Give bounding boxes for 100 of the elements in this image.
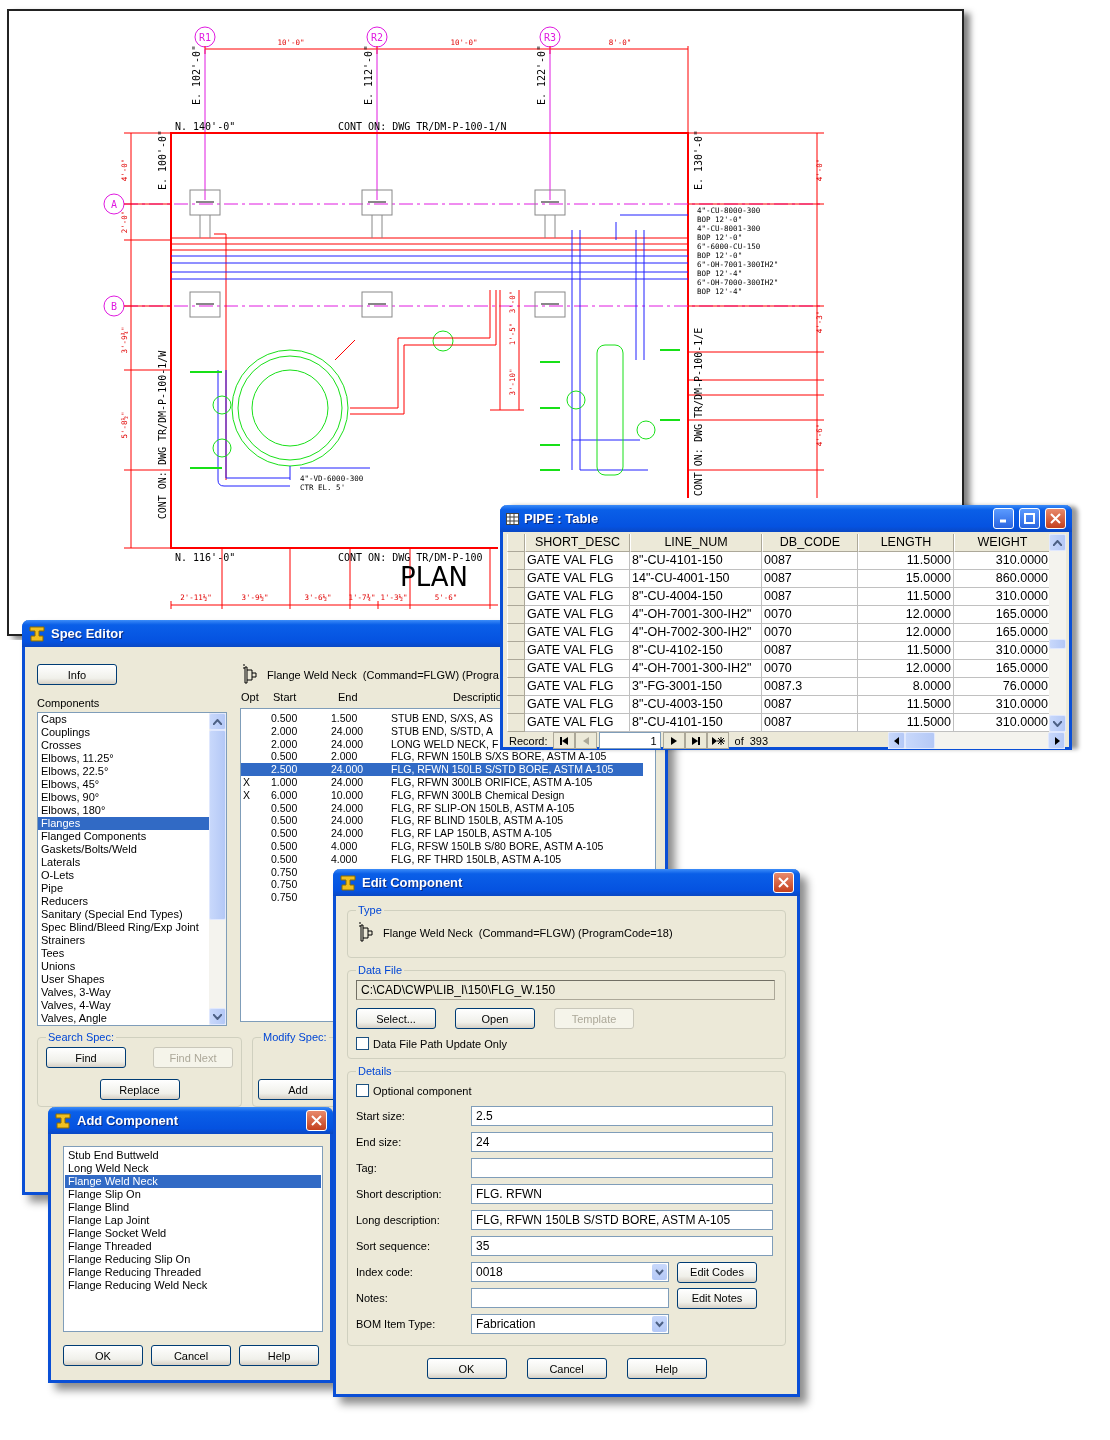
dropdown-field[interactable]: Fabrication	[471, 1314, 669, 1334]
list-item[interactable]: Flanged Components	[38, 830, 209, 843]
spec-button[interactable]: Replace	[99, 1079, 180, 1100]
row-selector[interactable]	[507, 714, 525, 732]
column-header[interactable]: LINE_NUM	[630, 534, 762, 552]
row-selector[interactable]	[507, 678, 525, 696]
scrollbar-thumb[interactable]	[209, 730, 226, 920]
dialog-button[interactable]: Cancel	[151, 1345, 231, 1366]
column-header[interactable]: WEIGHT	[954, 534, 1051, 552]
list-item[interactable]: Flange Threaded	[65, 1240, 321, 1253]
dialog-button[interactable]: Cancel	[526, 1358, 607, 1379]
dialog-button[interactable]: OK	[426, 1358, 507, 1379]
close-button[interactable]	[773, 872, 794, 893]
list-item[interactable]: O-Lets	[38, 869, 209, 882]
file-button[interactable]: Open	[455, 1008, 535, 1029]
spec-row[interactable]: 0.500 24.000 FLG, RF SLIP-ON 150LB, ASTM A-105	[241, 801, 575, 815]
dropdown-field[interactable]: 0018	[471, 1262, 669, 1282]
list-item[interactable]: Caps	[38, 713, 209, 726]
text-field[interactable]: 24	[471, 1132, 773, 1152]
text-field[interactable]: 2.5	[471, 1106, 773, 1126]
checkbox[interactable]	[356, 1037, 369, 1050]
column-header[interactable]: DB_CODE	[762, 534, 858, 552]
row-selector[interactable]	[507, 624, 525, 642]
list-item[interactable]: Unions	[38, 960, 209, 973]
checkbox-label[interactable]: Optional component	[373, 1084, 472, 1097]
spec-row[interactable]: 0.500 24.000 FLG, RF BLIND 150LB, ASTM A-105	[241, 814, 564, 828]
component-list[interactable]	[63, 1146, 323, 1332]
checkbox-label[interactable]: Data File Path Update Only	[373, 1037, 507, 1050]
spec-row[interactable]: 0.500 24.000 FLG, RF LAP 150LB, ASTM A-105	[241, 827, 552, 840]
horizontal-scrollbar[interactable]	[888, 732, 1065, 749]
list-item[interactable]: Gaskets/Bolts/Weld	[38, 843, 209, 856]
dialog-button[interactable]: Help	[626, 1358, 707, 1379]
spec-row[interactable]: 0.500 4.000 FLG, RFSW 150LB S/80 BORE, ASTM A-105	[241, 839, 604, 853]
row-selector[interactable]	[507, 588, 525, 606]
row-selector[interactable]	[507, 660, 525, 678]
vertical-scrollbar[interactable]	[1049, 534, 1066, 732]
spec-row[interactable]: 0.750	[241, 865, 331, 879]
list-item[interactable]: Stub End Buttweld	[65, 1149, 321, 1162]
info-button[interactable]: Info	[37, 664, 117, 685]
next-record-button[interactable]	[662, 732, 685, 749]
row-selector[interactable]	[507, 570, 525, 588]
list-item[interactable]: Flange Reducing Slip On	[65, 1253, 321, 1266]
first-record-button[interactable]	[552, 732, 575, 749]
minimize-button[interactable]	[993, 508, 1014, 529]
spec-row[interactable]: 0.750	[241, 891, 331, 904]
list-item[interactable]: Flange Reducing Weld Neck	[65, 1279, 321, 1292]
text-field[interactable]	[471, 1288, 669, 1308]
close-button[interactable]	[1045, 508, 1066, 529]
spec-row[interactable]: 2.500 24.000 FLG, RFWN 150LB S/STD BORE, ASTM A-105	[241, 763, 643, 776]
row-selector[interactable]	[507, 606, 525, 624]
file-button[interactable]: Select...	[356, 1008, 436, 1029]
components-list[interactable]	[37, 712, 227, 1026]
list-item[interactable]: Elbows, 22.5°	[38, 765, 209, 778]
list-item[interactable]: Elbows, 45°	[38, 778, 209, 791]
row-selector[interactable]	[507, 642, 525, 660]
list-item[interactable]: Couplings	[38, 726, 209, 739]
spec-row[interactable]: X 6.000 10.000 FLG, RFWN 300LB Chemical Design	[241, 788, 565, 802]
list-item[interactable]: Spec Blind/Bleed Ring/Exp Joint	[38, 921, 209, 934]
scrollbar-thumb[interactable]	[1049, 639, 1066, 649]
list-item[interactable]: Flange Lap Joint	[65, 1214, 321, 1227]
list-item[interactable]: Elbows, 90°	[38, 791, 209, 804]
list-item[interactable]: Reducers	[38, 895, 209, 908]
text-field[interactable]: FLG, RFWN 150LB S/STD BORE, ASTM A-105	[471, 1210, 773, 1230]
record-number-field[interactable]: 1	[598, 732, 661, 749]
list-item[interactable]: Elbows, 11.25°	[38, 752, 209, 765]
text-field[interactable]: FLG. RFWN	[471, 1184, 773, 1204]
close-button[interactable]	[306, 1110, 327, 1131]
list-item[interactable]: User Shapes	[38, 973, 209, 986]
vertical-scrollbar[interactable]	[209, 713, 226, 1025]
spec-row[interactable]: 2.000 24.000 STUB END, S/STD, A	[241, 724, 494, 738]
list-item[interactable]: Flange Reducing Threaded	[65, 1266, 321, 1279]
spec-row[interactable]: 0.500 4.000 FLG, RF THRD 150LB, ASTM A-105	[241, 852, 562, 866]
row-selector[interactable]	[507, 552, 525, 570]
list-item[interactable]: Long Weld Neck	[65, 1162, 321, 1175]
list-item[interactable]: Valves, 3-Way	[38, 986, 209, 999]
list-item[interactable]: Valves, Angle	[38, 1012, 209, 1025]
last-record-button[interactable]	[684, 732, 707, 749]
list-item[interactable]: Pipe	[38, 882, 209, 895]
column-header[interactable]: SHORT_DESC	[525, 534, 630, 552]
spec-row[interactable]: X 1.000 24.000 FLG, RFWN 300LB ORIFICE, ASTM A-105	[241, 776, 593, 789]
list-item[interactable]: Strainers	[38, 934, 209, 947]
spec-row[interactable]: 2.000 24.000 LONG WELD NECK, F	[241, 737, 499, 751]
edit-button[interactable]: Edit Codes	[677, 1261, 757, 1283]
spec-row[interactable]: 0.500 2.000 FLG, RFWN 150LB S/XS BORE, ASTM A-105	[241, 750, 607, 764]
spec-row[interactable]: 0.750	[241, 878, 331, 892]
list-item[interactable]: Valves, 4-Way	[38, 999, 209, 1012]
dialog-button[interactable]: OK	[63, 1345, 143, 1366]
text-field[interactable]: 35	[471, 1236, 773, 1256]
file-path-field[interactable]: C:\CAD\CWP\LIB_I\150\FLG_W.150	[356, 980, 775, 1000]
list-item[interactable]: Laterals	[38, 856, 209, 869]
column-header[interactable]: LENGTH	[858, 534, 954, 552]
new-record-button[interactable]	[706, 732, 729, 749]
maximize-button[interactable]	[1019, 508, 1040, 529]
list-item[interactable]: Sanitary (Special End Types)	[38, 908, 209, 921]
row-selector[interactable]	[507, 696, 525, 714]
dialog-button[interactable]: Help	[239, 1345, 319, 1366]
list-item[interactable]: Flange Socket Weld	[65, 1227, 321, 1240]
list-item[interactable]: Flange Slip On	[65, 1188, 321, 1201]
list-item[interactable]: Flanges	[38, 817, 209, 830]
list-item[interactable]: Crosses	[38, 739, 209, 752]
